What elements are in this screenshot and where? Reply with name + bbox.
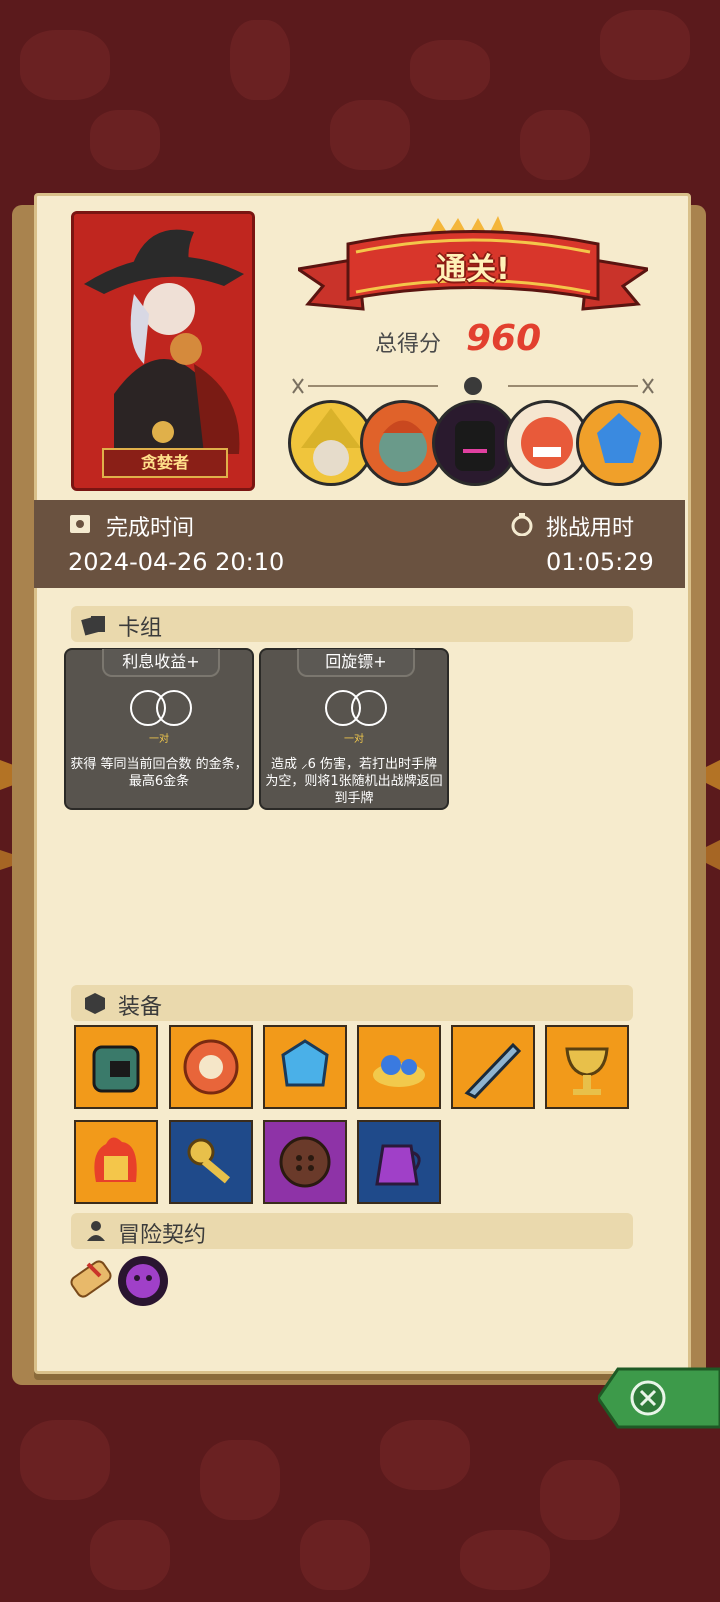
scroll-contract-icon[interactable] (66, 1254, 116, 1308)
equipment-slot[interactable] (451, 1025, 535, 1109)
card-interest-income[interactable]: 利息收益+ 一对 获得 等同当前回合数 的金条，最高6金条 (64, 648, 254, 810)
defeated-bosses (288, 400, 662, 486)
contract-section-header: 冒险契约 (71, 1213, 633, 1249)
card-boomerang[interactable]: 回旋镖+ 一对 造成 ⸝6 伤害，若打出时手牌为空，则将1张随机出战牌返回到手牌 (259, 648, 449, 810)
equipment-slot[interactable] (263, 1120, 347, 1204)
purple-curse-icon[interactable] (116, 1254, 170, 1308)
victory-banner: 通关! (294, 214, 652, 324)
challenge-time-value: 01:05:29 (546, 548, 654, 576)
witch-character-icon (74, 214, 252, 488)
golden-chalice-icon (565, 1047, 609, 1095)
contract-section-title: 冒险契约 (118, 1223, 207, 1248)
equipment-slot[interactable] (74, 1025, 158, 1109)
cards-icon (81, 616, 105, 636)
equipment-slot[interactable] (263, 1025, 347, 1109)
equipment-section-title: 装备 (118, 995, 163, 1020)
complete-time-value: 2024-04-26 20:10 (68, 548, 285, 576)
broken-sword-icon (464, 1042, 522, 1099)
person-icon (87, 1221, 105, 1241)
stopwatch-icon (511, 513, 533, 536)
challenge-time-label: 挑战用时 (546, 516, 635, 541)
golden-key-icon (187, 1138, 230, 1184)
card-description: 造成 ⸝6 伤害，若打出时手牌为空，则将1张随机出战牌返回到手牌 (265, 757, 443, 806)
pair-rings-icon (325, 690, 387, 726)
blue-slime-icon (373, 1055, 425, 1087)
score-label: 总得分 (375, 332, 442, 357)
score-value: 960 (466, 318, 542, 359)
complete-time-label: 完成时间 (106, 516, 195, 541)
time-info-bar: 完成时间 2024-04-26 20:10 挑战用时 01:05:29 (34, 500, 685, 588)
calendar-icon (70, 515, 90, 533)
close-icon (596, 1367, 720, 1429)
box-icon (85, 993, 105, 1014)
card-description: 获得 等同当前回合数 的金条，最高6金条 (70, 757, 248, 789)
card-title: 回旋镖+ (297, 649, 415, 677)
equipment-slot[interactable] (169, 1025, 253, 1109)
close-button[interactable] (596, 1367, 720, 1429)
equipment-slot[interactable] (357, 1120, 441, 1204)
button-coin-icon (279, 1136, 331, 1188)
blue-crystal-icon (281, 1039, 329, 1087)
crystal-golem-boss-icon (576, 400, 662, 486)
fire-cube-icon (94, 1137, 137, 1182)
card-requirement: 一对 (149, 734, 169, 745)
deck-section-header: 卡组 (71, 606, 633, 642)
equipment-slot[interactable] (74, 1120, 158, 1204)
equipment-slot[interactable] (545, 1025, 629, 1109)
victory-title: 通关! (436, 252, 510, 287)
coin-shield-icon (183, 1039, 239, 1095)
character-portrait: 贪婪者 (71, 211, 255, 491)
card-requirement: 一对 (344, 734, 364, 745)
equipment-section-header: 装备 (71, 985, 633, 1021)
pair-rings-icon (130, 690, 192, 726)
card-title: 利息收益+ (102, 649, 220, 677)
ornament-divider (292, 377, 654, 395)
spiked-helmet-icon (92, 1045, 140, 1093)
equipment-slot[interactable] (357, 1025, 441, 1109)
character-name: 贪婪者 (102, 448, 228, 478)
equipment-slot[interactable] (169, 1120, 253, 1204)
potion-jug-icon (375, 1144, 421, 1186)
deck-section-title: 卡组 (118, 616, 163, 641)
